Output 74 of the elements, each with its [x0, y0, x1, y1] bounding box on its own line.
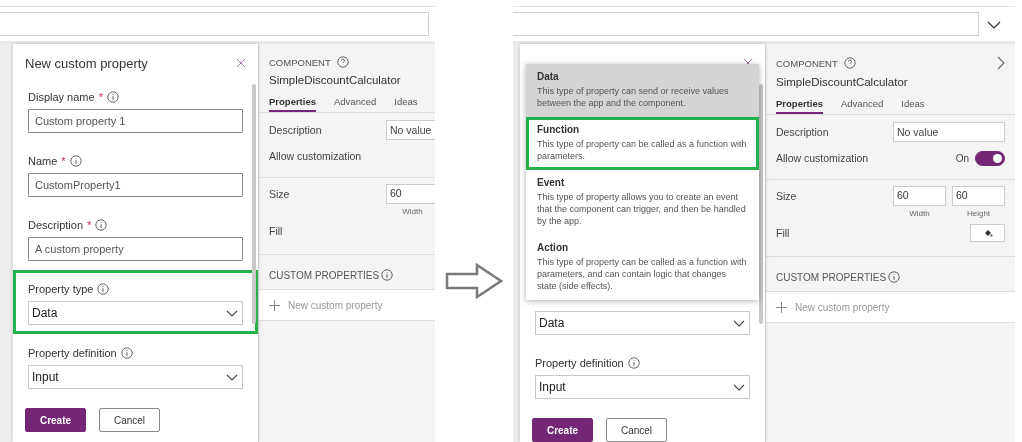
toggle-switch[interactable] [975, 150, 1005, 166]
field-label: Property type [28, 283, 94, 295]
field-label: Property definition [535, 357, 624, 369]
section-heading: COMPONENT [269, 56, 349, 68]
menu-option[interactable]: Event This type of property allows you to create an event that the component can trigger, and then be handled by the app. [526, 170, 759, 235]
chevron-down-icon [226, 373, 238, 381]
property-label: Fill [776, 227, 791, 239]
property-label: Description [269, 124, 323, 136]
arrow-right-icon [445, 263, 503, 299]
property-label: Allow customization [776, 152, 870, 164]
close-icon[interactable] [236, 58, 246, 68]
plus-icon [269, 299, 280, 311]
chevron-down-icon [733, 319, 745, 327]
field-label: Property definition [28, 347, 117, 359]
field-label: Name [28, 155, 58, 167]
dropdown-field[interactable]: Data [28, 301, 243, 325]
property-label: Size [776, 189, 798, 202]
property-label: Fill [269, 225, 284, 237]
field-caption: Height [966, 209, 991, 218]
required-mark: * [98, 91, 103, 103]
required-mark: * [87, 219, 92, 231]
field-caption: Width [909, 209, 930, 218]
menu-option[interactable]: Data This type of property can send or receive values between the app and the component. [526, 64, 759, 117]
secondary-button[interactable]: Cancel [606, 418, 667, 442]
help-icon [336, 56, 349, 68]
dropdown-field[interactable]: Data [535, 311, 750, 335]
toggle-state: On [955, 152, 969, 164]
size-field[interactable]: 60 [952, 186, 1005, 206]
info-icon [627, 357, 640, 369]
field-caption: Width [402, 207, 423, 216]
primary-button[interactable]: Create [532, 418, 593, 442]
tab[interactable]: Advanced [334, 96, 377, 112]
property-label: Allow customization [269, 150, 363, 162]
info-icon [888, 271, 901, 283]
component-name: SimpleDiscountCalculator [269, 74, 402, 86]
dropdown-field[interactable]: Input [28, 365, 243, 389]
section-heading: COMPONENT [776, 57, 856, 69]
info-icon [97, 283, 110, 295]
text-field[interactable]: A custom property [28, 237, 243, 261]
fill-button[interactable] [970, 224, 1005, 242]
field-label: Description [28, 219, 84, 231]
chevron-down-icon [733, 383, 745, 391]
dropdown-field[interactable]: Input [535, 375, 750, 399]
tab[interactable]: Ideas [394, 96, 418, 112]
menu-option[interactable]: Action This type of property can be called as a function with parameters, and can contain logic that changes state (side effects). [526, 235, 759, 300]
chevron-right-icon[interactable] [997, 56, 1005, 70]
plus-icon [776, 301, 787, 313]
tab[interactable]: Properties [269, 96, 316, 112]
text-field[interactable]: Custom property 1 [28, 109, 243, 133]
secondary-button[interactable]: Cancel [99, 408, 160, 432]
info-icon [69, 155, 82, 167]
size-field[interactable]: 60 [386, 184, 435, 204]
info-icon [95, 219, 108, 231]
description-field[interactable]: No value [386, 120, 435, 140]
tab[interactable]: Properties [776, 98, 823, 114]
info-icon [120, 347, 133, 359]
help-icon [843, 57, 856, 69]
size-field[interactable]: 60 [893, 186, 946, 206]
chevron-down-icon[interactable] [987, 21, 1001, 29]
chevron-down-icon [226, 309, 238, 317]
property-label: Description [776, 126, 830, 138]
info-icon [106, 91, 119, 103]
menu-option[interactable]: Function This type of property can be called as a function with parameters. [526, 117, 759, 170]
description-field[interactable]: No value [893, 122, 1005, 142]
property-label: Size [269, 187, 291, 200]
field-label: Display name [28, 91, 95, 103]
tab[interactable]: Ideas [901, 98, 925, 114]
text-field[interactable]: CustomProperty1 [28, 173, 243, 197]
info-icon [381, 269, 394, 281]
tab[interactable]: Advanced [841, 98, 884, 114]
required-mark: * [61, 155, 66, 167]
component-name: SimpleDiscountCalculator [776, 76, 909, 88]
primary-button[interactable]: Create [25, 408, 86, 432]
dialog-title: New custom property [25, 55, 148, 71]
